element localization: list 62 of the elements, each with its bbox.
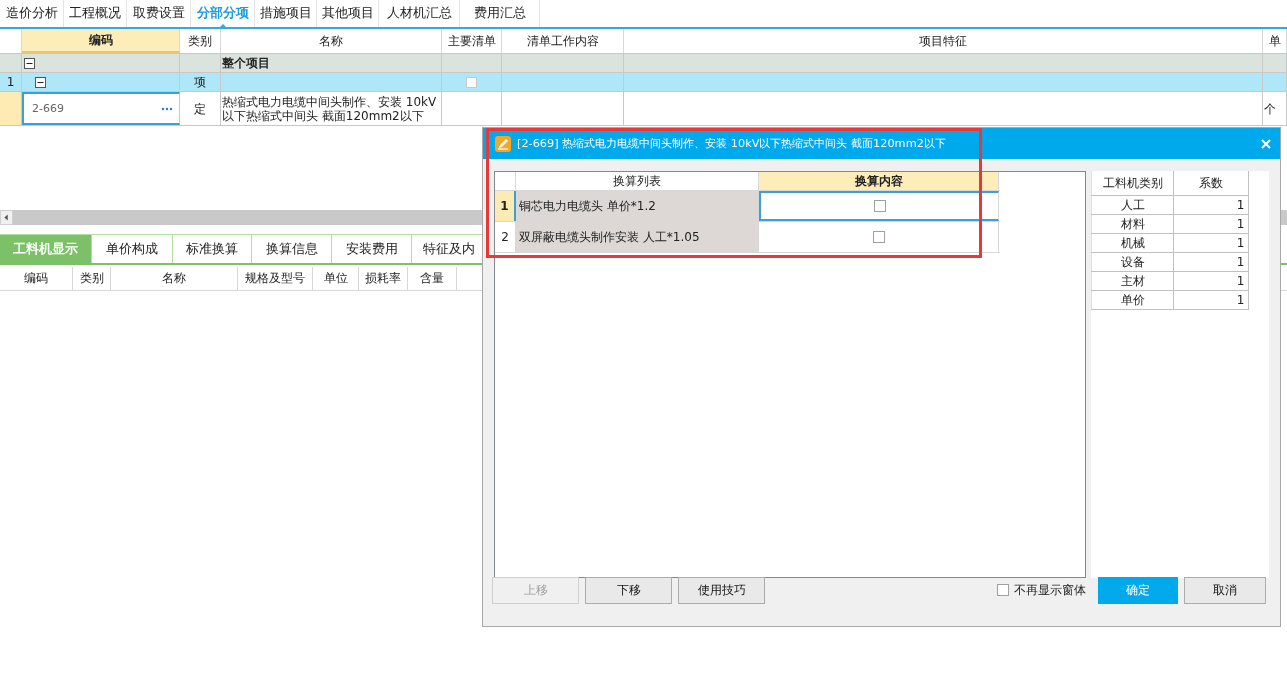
table-cell: 单价 xyxy=(1091,291,1175,309)
table-cell: 人工 xyxy=(1091,196,1175,214)
table-cell: 个 xyxy=(1264,101,1276,116)
button[interactable]: 取消 xyxy=(1184,576,1266,604)
table-row[interactable]: 1 项 xyxy=(0,73,1287,92)
tab[interactable]: 费用汇总 xyxy=(460,0,540,27)
table-cell-text: 热缩式电力电缆中间头制作、安装 10kV以下热缩式中间头 截面120mm2以下 xyxy=(222,94,438,123)
table-cell: 材料 xyxy=(1091,215,1175,233)
column-header[interactable]: 主要清单 xyxy=(442,29,502,53)
column-header: 工料机类别 xyxy=(1091,171,1175,195)
table-cell: 铜芯电力电缆头 单价*1.2 xyxy=(516,191,759,221)
table-cell: 项 xyxy=(194,75,206,89)
column-header: 损耗率 xyxy=(359,267,408,290)
tab[interactable]: 单价构成 xyxy=(92,234,173,263)
row-header[interactable] xyxy=(0,92,22,125)
dialog-title: [2-669] 热缩式电力电缆中间头制作、安装 10kV以下热缩式中间头 截面120mm2以下 xyxy=(517,136,947,151)
code-cell[interactable]: 2-669 xyxy=(22,92,180,125)
table-cell: 机械 xyxy=(1091,234,1175,252)
tab[interactable]: 工程概况 xyxy=(64,0,127,27)
table-cell: 设备 xyxy=(1091,253,1175,271)
close-icon[interactable] xyxy=(1260,137,1272,150)
tab[interactable]: 措施项目 xyxy=(255,0,317,27)
column-header[interactable]: 名称 xyxy=(221,29,442,53)
column-header: 规格及型号 xyxy=(238,267,313,290)
column-header[interactable]: 项目特征 xyxy=(624,29,1263,53)
tab[interactable]: 人材机汇总 xyxy=(379,0,460,27)
checkbox[interactable] xyxy=(872,231,885,243)
collapse-icon[interactable] xyxy=(35,76,46,88)
column-header: 单位 xyxy=(313,267,359,290)
tab[interactable]: 造价分析 xyxy=(0,0,64,27)
checkbox[interactable] xyxy=(466,76,477,88)
column-header[interactable]: 清单工作内容 xyxy=(502,29,624,53)
table-cell: 整个项目 xyxy=(222,56,270,70)
column-header[interactable]: 单 xyxy=(1263,29,1287,53)
tab[interactable]: 安装费用 xyxy=(332,234,412,263)
table-row[interactable]: 2-669 定 热缩式电力电缆中间头制作、安装 10kV以下热缩式中间头 截面120mm2以下 个 xyxy=(0,92,1287,126)
row-number[interactable]: 1 xyxy=(495,191,516,221)
tab[interactable]: 标准换算 xyxy=(173,234,252,263)
tab[interactable]: 取费设置 xyxy=(127,0,191,27)
table-row[interactable]: 整个项目 xyxy=(0,54,1287,73)
table-cell: 定 xyxy=(194,101,206,116)
button[interactable]: 下移 xyxy=(585,576,672,604)
checkbox[interactable] xyxy=(997,584,1009,596)
column-header: 名称 xyxy=(111,267,238,290)
ellipsis-icon[interactable] xyxy=(161,106,173,111)
column-header[interactable]: 类别 xyxy=(180,29,221,53)
table-cell: 双屏蔽电缆头制作安装 人工*1.05 xyxy=(516,222,759,252)
button[interactable]: 使用技巧 xyxy=(678,576,765,604)
row-header[interactable]: 1 xyxy=(0,73,22,91)
collapse-icon[interactable] xyxy=(24,57,35,69)
column-header: 编码 xyxy=(0,267,73,290)
pencil-icon xyxy=(495,135,511,152)
scroll-left-icon[interactable] xyxy=(0,210,13,225)
checkbox[interactable] xyxy=(873,200,886,212)
column-header[interactable]: 编码 xyxy=(22,29,180,53)
tab[interactable]: 换算信息 xyxy=(252,234,332,263)
table-cell: 主材 xyxy=(1091,272,1175,290)
column-header: 类别 xyxy=(73,267,111,290)
column-header: 含量 xyxy=(408,267,457,290)
checkbox-label: 不再显示窗体 xyxy=(1014,581,1086,599)
tab[interactable]: 其他项目 xyxy=(317,0,379,27)
column-header[interactable]: 换算内容 xyxy=(759,172,999,190)
